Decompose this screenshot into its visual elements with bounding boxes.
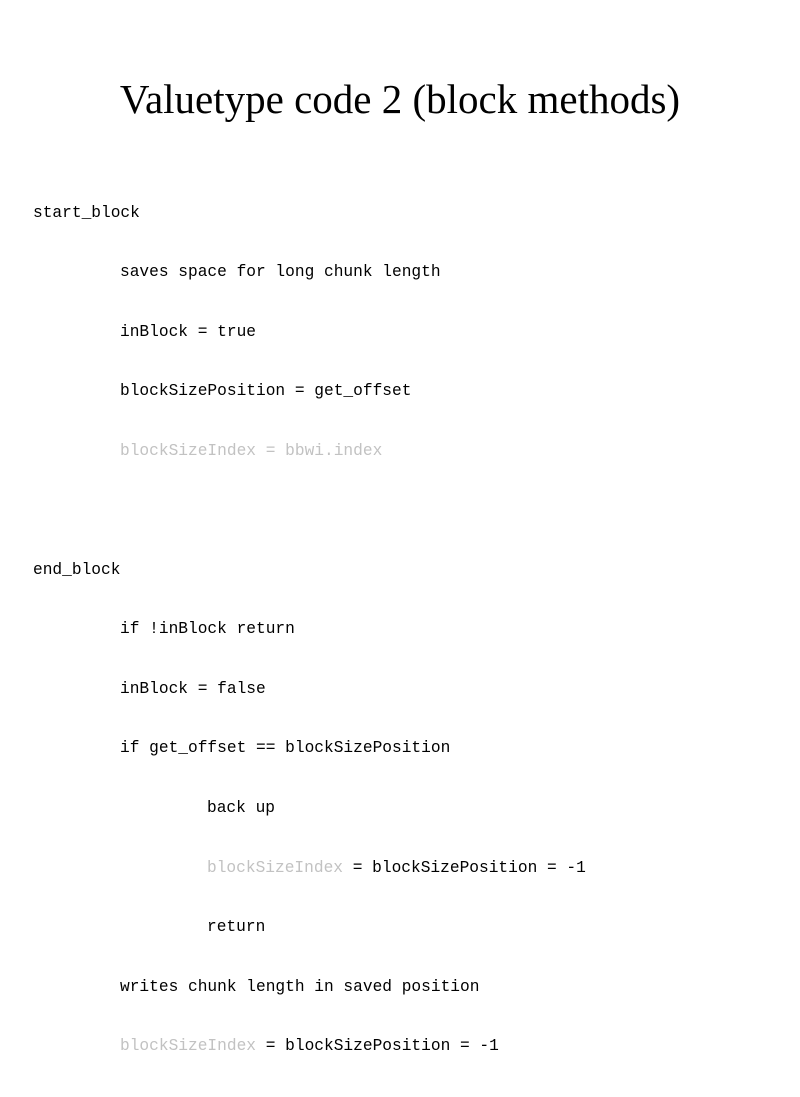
code-token-reset-rest: = blockSizePosition = -1 — [343, 858, 586, 877]
code-block: start_block saves space for long chunk l… — [33, 164, 586, 1097]
code-line-end-block: end_block — [33, 560, 121, 579]
code-token-blocksizeindex: blockSizeIndex — [120, 1037, 256, 1056]
code-line-start-block: start_block — [33, 203, 140, 222]
code-line-reset-inner: blockSizeIndex = blockSizePosition = -1 — [33, 859, 586, 879]
code-token-blocksizeindex: blockSizeIndex — [207, 858, 343, 877]
code-token-reset-rest: = blockSizePosition = -1 — [256, 1037, 499, 1056]
code-line-if-not-inblock: if !inBlock return — [120, 620, 295, 639]
code-line-blocksizeindex-assign: blockSizeIndex = bbwi.index — [120, 441, 383, 460]
code-line-back-up: back up — [207, 799, 275, 817]
code-line-inblock-false: inBlock = false — [120, 679, 266, 698]
code-line-inblock-true: inBlock = true — [120, 322, 256, 341]
code-line-blocksizeposition-assign: blockSizePosition = get_offset — [120, 382, 412, 401]
code-line-if-get-offset: if get_offset == blockSizePosition — [120, 739, 451, 758]
slide: Valuetype code 2 (block methods) start_b… — [0, 0, 800, 1055]
code-line-saves-space: saves space for long chunk length — [120, 263, 441, 282]
code-line-writes-chunk: writes chunk length in saved position — [120, 977, 480, 996]
code-line-reset-outer: blockSizeIndex = blockSizePosition = -1 — [33, 1037, 586, 1057]
code-line-return: return — [207, 918, 266, 937]
slide-title: Valuetype code 2 (block methods) — [119, 76, 681, 122]
